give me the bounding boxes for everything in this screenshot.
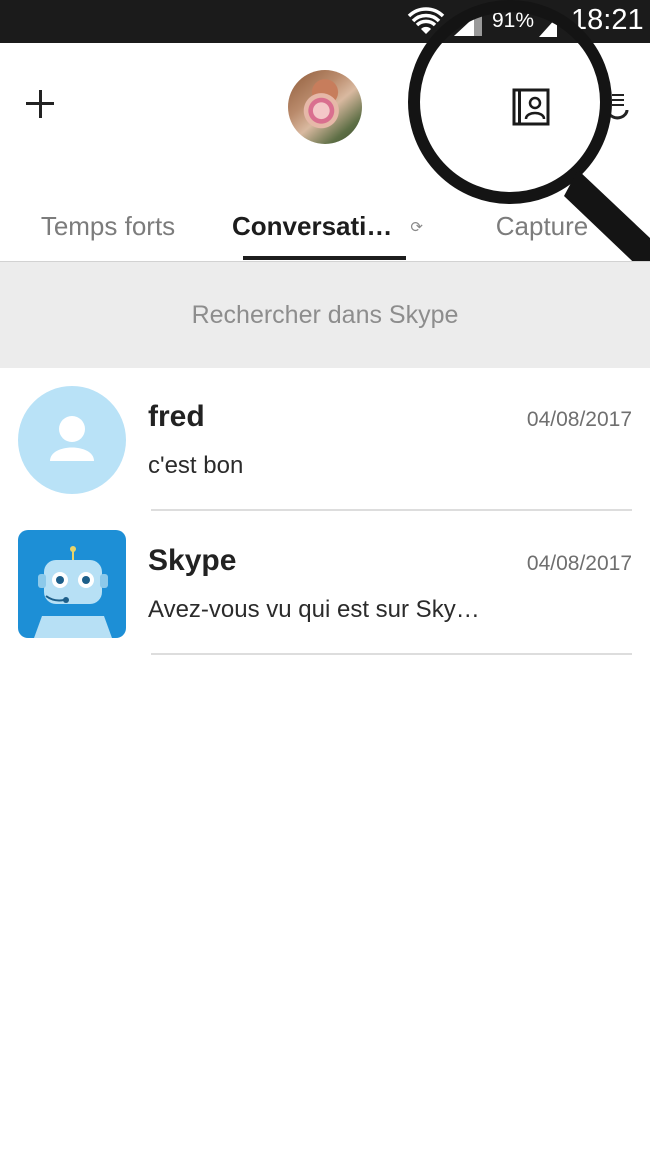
conversation-name: Skype — [148, 544, 237, 577]
conversation-item-skype[interactable]: Skype 04/08/2017 Avez-vous vu qui est su… — [0, 512, 650, 655]
skype-bot-icon — [18, 530, 126, 638]
signal-icon — [454, 10, 482, 36]
sync-icon: ⟳ — [410, 219, 423, 237]
wifi-icon — [407, 7, 445, 34]
conversation-preview: Avez-vous vu qui est sur Sky… — [148, 596, 480, 623]
conversation-name: fred — [148, 400, 205, 433]
profile-avatar[interactable] — [288, 70, 362, 144]
tab-bar: Temps forts Conversati… ⟳ Capture — [0, 196, 650, 262]
conversation-date: 04/08/2017 — [526, 552, 632, 575]
default-user-icon — [18, 386, 126, 494]
conversation-date: 04/08/2017 — [526, 408, 632, 431]
contacts-book-icon[interactable] — [512, 88, 550, 126]
menu-icon[interactable] — [607, 92, 629, 122]
tab-conversations[interactable]: Conversati… ⟳ — [232, 196, 423, 262]
divider — [151, 653, 632, 655]
conversation-preview: c'est bon — [148, 452, 244, 479]
tab-capture[interactable]: Capture — [480, 196, 604, 262]
battery-percent: 91% — [492, 9, 535, 32]
search-input[interactable]: Rechercher dans Skype — [0, 262, 650, 368]
active-tab-indicator — [243, 256, 406, 260]
add-button[interactable] — [20, 82, 64, 126]
clock: 18:21 — [571, 4, 644, 36]
battery-icon — [539, 17, 557, 37]
tab-conversations-label: Conversati… — [232, 211, 393, 241]
status-bar: 91% 18:21 — [0, 0, 650, 43]
divider — [151, 509, 632, 511]
conversation-item-fred[interactable]: fred 04/08/2017 c'est bon — [0, 368, 650, 511]
tab-highlights[interactable]: Temps forts — [28, 196, 188, 262]
search-placeholder: Rechercher dans Skype — [191, 301, 459, 329]
